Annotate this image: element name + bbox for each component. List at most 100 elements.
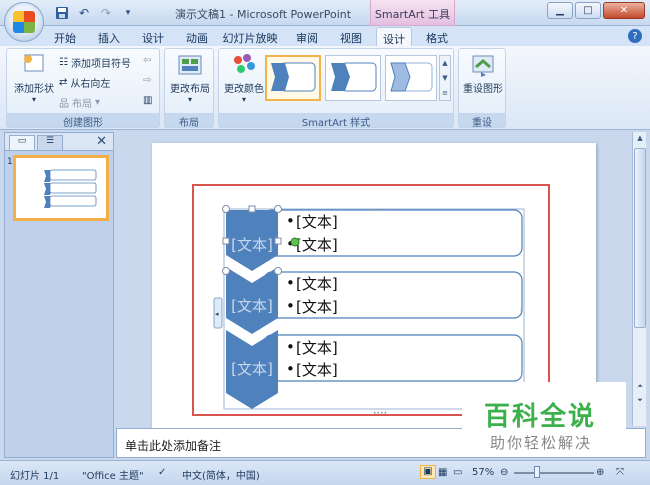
slide-sorter-icon[interactable]: ▦ — [438, 467, 447, 478]
layout-dropdown[interactable]: 品 布局 ▾ — [59, 95, 100, 110]
customize-icon[interactable]: ▾ — [120, 5, 136, 20]
chevron-text-1[interactable]: [文本] — [231, 236, 273, 254]
slides-pane: ▭ ☰ ✕ 1 — [4, 132, 114, 458]
slide-number: 1 — [7, 157, 13, 167]
prev-slide-icon[interactable]: ⏶ — [634, 382, 646, 394]
style-thumb-2[interactable] — [325, 55, 381, 101]
fit-window-icon[interactable]: ⤧ — [616, 467, 624, 478]
vertical-scrollbar[interactable]: ▲ ⏶ ⏷ — [632, 132, 646, 426]
next-slide-icon[interactable]: ⏷ — [634, 396, 646, 408]
save-icon[interactable] — [54, 5, 70, 20]
text-pane-icon[interactable]: ▥ — [143, 95, 152, 106]
reset-graphic-button[interactable]: 重设图形 — [458, 53, 508, 95]
bullet-list-icon: ☷ — [59, 57, 68, 68]
normal-view-icon[interactable]: ▣ — [420, 465, 436, 479]
right-to-left-button[interactable]: ⇄ 从右向左 — [59, 75, 110, 90]
group-label-create-graphic: 创建图形 — [7, 113, 159, 129]
chevron-text-3[interactable]: [文本] — [231, 360, 273, 378]
notes-placeholder: 单击此处添加备注 — [125, 439, 222, 453]
promote-icon[interactable]: ⇦ — [143, 55, 151, 66]
help-icon[interactable]: ? — [628, 29, 642, 43]
zoom-out-icon[interactable]: ⊖ — [500, 467, 508, 478]
outline-tab-icon[interactable]: ☰ — [37, 135, 63, 150]
change-layout-icon — [177, 53, 203, 77]
smartart-tools-label: SmartArt 工具 — [370, 0, 455, 26]
group-reset: 重设图形 重设 — [458, 48, 508, 129]
add-shape-label: 添加形状 — [14, 84, 54, 95]
zoom-slider-track[interactable] — [514, 472, 594, 474]
tab-view[interactable]: 视图 — [334, 27, 368, 46]
undo-icon[interactable]: ↶ — [76, 5, 92, 20]
zoom-slider-thumb[interactable] — [534, 466, 540, 478]
scroll-up-icon[interactable]: ▲ — [634, 134, 646, 146]
svg-text:•: • — [286, 212, 295, 230]
style-thumb-1[interactable] — [265, 55, 321, 101]
redo-icon[interactable]: ↷ — [98, 5, 114, 20]
slides-tab-icon[interactable]: ▭ — [9, 135, 35, 150]
tab-insert[interactable]: 插入 — [92, 27, 126, 46]
swap-arrows-icon: ⇄ — [59, 77, 68, 88]
add-shape-button[interactable]: 添加形状 ▾ — [9, 53, 59, 104]
tab-home[interactable]: 开始 — [48, 27, 82, 46]
bullet-text[interactable]: [文本] — [296, 213, 338, 231]
change-layout-button[interactable]: 更改布局 ▾ — [165, 53, 215, 104]
tab-design[interactable]: 设计 — [136, 27, 170, 46]
gallery-up-icon[interactable]: ▲ — [442, 59, 447, 67]
svg-text:•: • — [286, 338, 295, 356]
change-colors-label: 更改颜色 — [224, 84, 264, 95]
add-bullet-button[interactable]: ☷ 添加项目符号 — [59, 55, 131, 70]
group-create-graphic: 添加形状 ▾ ☷ 添加项目符号 ⇄ 从右向左 品 布局 ▾ ⇦ ⇨ ▥ 创建图形 — [6, 48, 160, 129]
gallery-more-icon[interactable]: ≡ — [442, 89, 448, 97]
group-smartart-styles: 更改颜色 ▾ ▲ ▼ ≡ SmartArt 样式 — [218, 48, 454, 129]
slide-thumbnail[interactable] — [13, 155, 109, 221]
hierarchy-icon: 品 — [59, 99, 69, 110]
bullet-text[interactable]: [文本] — [296, 298, 338, 316]
group-layouts: 更改布局 ▾ 布局 — [164, 48, 215, 129]
zoom-level[interactable]: 57% — [472, 467, 494, 478]
watermark-subtitle: 助你轻松解决 — [490, 434, 593, 452]
bullet-text[interactable]: [文本] — [296, 236, 338, 254]
watermark-title: 百科全说 — [484, 402, 597, 432]
color-palette-icon — [231, 53, 257, 77]
gallery-down-icon[interactable]: ▼ — [442, 74, 447, 82]
tab-animations[interactable]: 动画 — [180, 27, 214, 46]
tab-smartart-design[interactable]: 设计 — [376, 27, 412, 46]
tab-review[interactable]: 审阅 — [290, 27, 324, 46]
theme-name[interactable]: "Office 主题" — [82, 467, 144, 482]
svg-text:•: • — [286, 274, 295, 292]
group-label-smartart-styles: SmartArt 样式 — [219, 113, 453, 129]
demote-icon[interactable]: ⇨ — [143, 75, 151, 86]
office-button[interactable] — [4, 2, 44, 42]
svg-text:◂: ◂ — [215, 310, 219, 318]
svg-text:•: • — [286, 297, 295, 315]
change-colors-button[interactable]: 更改颜色 ▾ — [219, 53, 269, 104]
watermark: 百科全说 助你轻松解决 — [462, 382, 626, 456]
svg-text:•: • — [286, 360, 295, 378]
close-icon[interactable]: ✕ — [603, 2, 645, 19]
bullet-text[interactable]: [文本] — [296, 361, 338, 379]
zoom-in-icon[interactable]: ⊕ — [596, 467, 604, 478]
reset-graphic-icon — [470, 53, 496, 77]
chevron-text-2[interactable]: [文本] — [231, 297, 273, 315]
bullet-text[interactable]: [文本] — [296, 275, 338, 293]
ribbon-tabs: 开始 插入 设计 动画 幻灯片放映 审阅 视图 设计 格式 ? — [0, 26, 650, 46]
scroll-thumb[interactable] — [634, 148, 646, 328]
tab-format[interactable]: 格式 — [420, 27, 454, 46]
bullet-text[interactable]: [文本] — [296, 339, 338, 357]
reset-graphic-label: 重设图形 — [463, 84, 503, 95]
maximize-icon[interactable]: □ — [575, 2, 601, 19]
office-logo-icon — [13, 11, 35, 33]
group-label-layouts: 布局 — [165, 113, 213, 129]
tab-slideshow[interactable]: 幻灯片放映 — [222, 27, 278, 46]
window-title: 演示文稿1 - Microsoft PowerPoint — [175, 8, 352, 21]
style-thumb-3[interactable] — [385, 55, 437, 101]
minimize-icon[interactable]: ▁ — [547, 2, 573, 19]
svg-text:⋮: ⋮ — [518, 308, 524, 315]
language-indicator[interactable]: 中文(简体，中国) — [182, 467, 260, 482]
style-gallery-scroll[interactable]: ▲ ▼ ≡ — [439, 55, 451, 101]
pane-close-icon[interactable]: ✕ — [96, 134, 107, 149]
spellcheck-icon[interactable]: ✓ — [158, 467, 166, 478]
slideshow-icon[interactable]: ▭ — [453, 467, 462, 478]
group-label-reset: 重设 — [459, 113, 505, 129]
ribbon: 添加形状 ▾ ☷ 添加项目符号 ⇄ 从右向左 品 布局 ▾ ⇦ ⇨ ▥ 创建图形… — [0, 46, 650, 130]
